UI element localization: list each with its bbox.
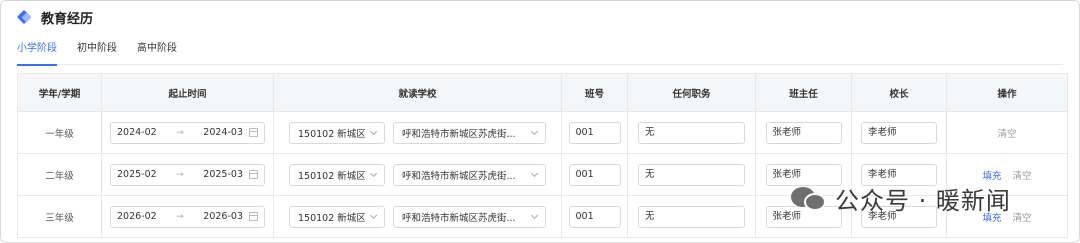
column-header: 校长 (851, 73, 947, 112)
district-select[interactable]: 150102 新城区 (289, 163, 385, 186)
section-title: 教育经历 (41, 11, 94, 27)
chevron-down-icon (369, 211, 378, 219)
position-input[interactable]: 无 (638, 121, 745, 144)
end-date: 2025-03 (203, 169, 243, 180)
class-number-input[interactable]: 001 (568, 163, 621, 186)
date-range-picker[interactable]: 2025-02 → 2025-03 (110, 163, 265, 186)
stage-tabs: 小学阶段 初中阶段 高中阶段 (17, 38, 1063, 66)
table-row: 一年级 2024-02 → 2024-03 150102 新城区 呼和浩特市新城… (17, 111, 1068, 154)
section-header: 教育经历 (17, 8, 94, 27)
chevron-down-icon (369, 169, 378, 177)
fill-button[interactable]: 填充 (982, 171, 1001, 182)
chevron-down-icon (530, 211, 539, 219)
calendar-icon (249, 170, 258, 179)
district-select[interactable]: 150102 新城区 (289, 121, 385, 144)
arrow-right-icon: → (176, 211, 184, 222)
start-date: 2026-02 (117, 211, 157, 222)
clear-button[interactable]: 清空 (1013, 213, 1032, 224)
head-teacher-input[interactable]: 张老师 (765, 121, 842, 144)
class-number-input[interactable]: 001 (568, 121, 621, 144)
watermark-text: 公众号 · 暖新闻 (835, 187, 1011, 215)
clear-button[interactable]: 清空 (1013, 171, 1032, 182)
tab-senior[interactable]: 高中阶段 (137, 38, 177, 65)
column-header: 操作 (946, 73, 1068, 112)
position-input[interactable]: 无 (638, 163, 745, 186)
chevron-down-icon (530, 127, 539, 135)
school-select[interactable]: 呼和浩特市新城区苏虎街... (393, 121, 546, 144)
district-select[interactable]: 150102 新城区 (289, 205, 385, 228)
chevron-down-icon (530, 169, 539, 177)
principal-input[interactable]: 李老师 (861, 121, 937, 144)
column-header: 任何职务 (627, 73, 756, 112)
diamond-logo-icon (17, 10, 31, 24)
date-range-picker[interactable]: 2026-02 → 2026-03 (110, 205, 265, 228)
column-header: 起止时间 (101, 73, 274, 112)
grade-cell: 一年级 (17, 111, 102, 154)
tab-primary[interactable]: 小学阶段 (17, 38, 57, 66)
end-date: 2026-03 (203, 211, 243, 222)
class-number-input[interactable]: 001 (568, 205, 621, 228)
calendar-icon (249, 128, 258, 137)
school-select[interactable]: 呼和浩特市新城区苏虎街... (393, 205, 546, 228)
column-header: 就读学校 (273, 73, 562, 112)
grade-cell: 二年级 (17, 153, 102, 196)
table-header-row: 学年/学期 起止时间 就读学校 班号 任何职务 班主任 校长 操作 (17, 73, 1068, 112)
column-header: 学年/学期 (17, 73, 102, 112)
column-header: 班主任 (755, 73, 852, 112)
chevron-down-icon (369, 127, 378, 135)
position-input[interactable]: 无 (638, 205, 745, 228)
grade-cell: 三年级 (17, 195, 102, 238)
start-date: 2025-02 (117, 169, 157, 180)
clear-button[interactable]: 清空 (997, 129, 1016, 140)
end-date: 2024-03 (203, 127, 243, 138)
watermark: 公众号 · 暖新闻 (791, 181, 1011, 216)
school-select[interactable]: 呼和浩特市新城区苏虎街... (393, 163, 546, 186)
column-header: 班号 (561, 73, 628, 112)
wechat-icon (791, 185, 827, 213)
date-range-picker[interactable]: 2024-02 → 2024-03 (110, 121, 265, 144)
arrow-right-icon: → (176, 127, 184, 138)
arrow-right-icon: → (176, 169, 184, 180)
tab-junior[interactable]: 初中阶段 (77, 38, 117, 65)
calendar-icon (249, 212, 258, 221)
start-date: 2024-02 (117, 127, 157, 138)
education-panel: 教育经历 小学阶段 初中阶段 高中阶段 学年/学期 起止时间 就读学校 班号 任… (0, 0, 1080, 243)
